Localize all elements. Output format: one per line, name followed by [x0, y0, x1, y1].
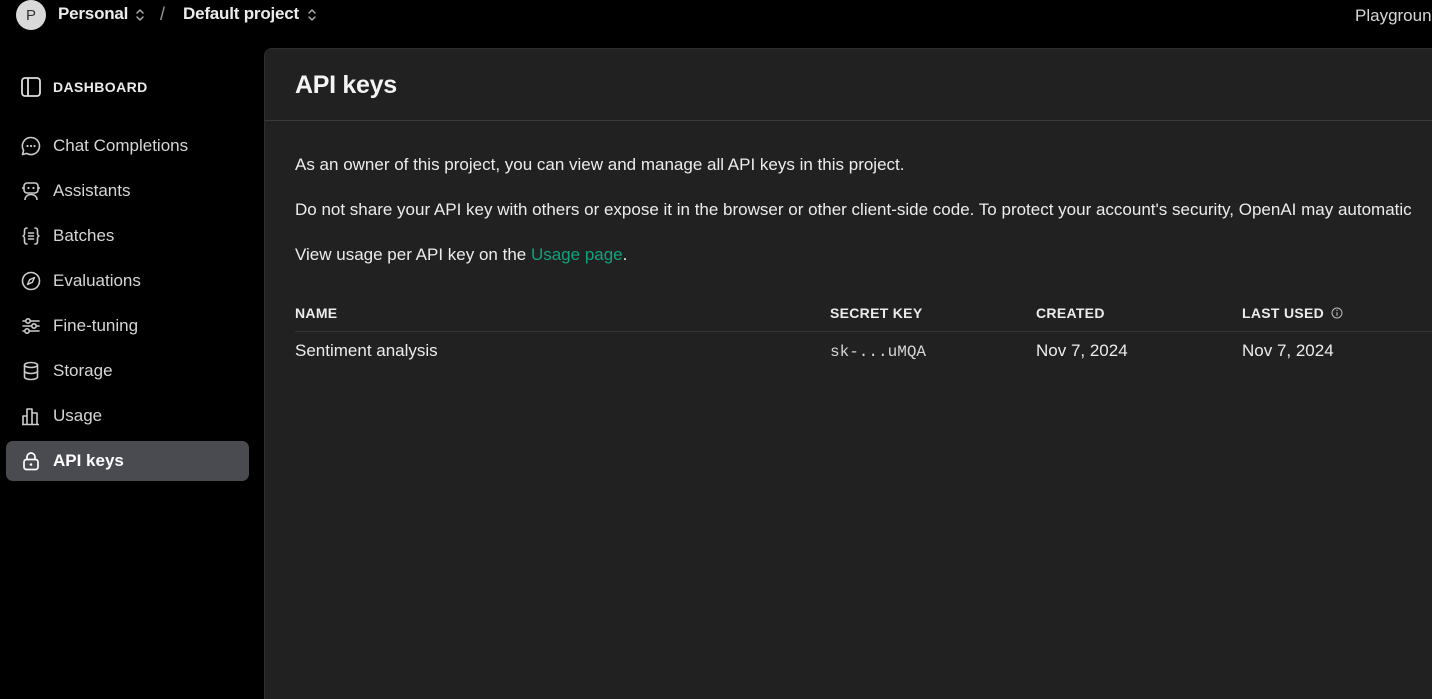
title-divider [265, 120, 1432, 121]
compass-icon [21, 271, 41, 291]
sidebar-item-assistants[interactable]: Assistants [6, 171, 249, 211]
sidebar-item-batches[interactable]: Batches [6, 216, 249, 256]
lock-icon [23, 452, 39, 471]
sidebar-item-evaluations[interactable]: Evaluations [6, 261, 249, 301]
chat-icon [21, 136, 41, 156]
project-switcher[interactable]: Default project [183, 4, 299, 24]
usage-hint-suffix: . [622, 245, 628, 264]
sidebar-panel-icon [21, 77, 41, 97]
avatar[interactable]: P [16, 0, 46, 30]
last-used-cell: Nov 7, 2024 [1242, 341, 1334, 360]
sidebar-item-api-keys[interactable]: API keys [6, 441, 249, 481]
column-header-created: CREATED [1036, 305, 1105, 321]
database-icon [23, 361, 39, 381]
robot-icon [22, 182, 40, 201]
breadcrumb-separator: / [160, 4, 166, 24]
column-header-secret-key: SECRET KEY [830, 305, 923, 321]
usage-page-link[interactable]: Usage page [531, 245, 623, 264]
chevron-updown-icon[interactable] [135, 7, 145, 23]
sidebar-item-label: Fine-tuning [53, 316, 139, 335]
bar-chart-icon [22, 408, 39, 426]
column-header-name: NAME [295, 305, 338, 321]
sidebar-item-label: Storage [53, 361, 113, 380]
secret-key-cell: sk-...uMQA [830, 343, 927, 361]
sidebar-item-label: Usage [53, 406, 103, 425]
key-name-cell: Sentiment analysis [295, 341, 438, 360]
sidebar-item-label: Chat Completions [53, 136, 189, 155]
main-panel: API keys As an owner of this project, yo… [264, 48, 1432, 699]
sidebar-item-usage[interactable]: Usage [6, 396, 249, 436]
top-bar: P Personal / Default project Playground [0, 0, 1432, 32]
column-header-last-used: LAST USED [1242, 305, 1343, 321]
owner-description: As an owner of this project, you can vie… [295, 155, 905, 174]
dashboard-title: DASHBOARD [53, 79, 148, 95]
column-header-last-used-label: LAST USED [1242, 305, 1325, 321]
sidebar-item-label: Assistants [53, 181, 131, 200]
table-header-divider [295, 331, 1432, 332]
dashboard-header[interactable]: DASHBOARD [20, 76, 148, 98]
playground-link[interactable]: Playground [1355, 6, 1432, 26]
org-switcher[interactable]: Personal [58, 4, 128, 24]
chevron-updown-icon[interactable] [307, 7, 317, 23]
usage-hint: View usage per API key on the Usage page… [295, 245, 627, 265]
sidebar-item-label: Evaluations [53, 271, 141, 290]
sidebar-item-label: Batches [53, 226, 115, 245]
sidebar-item-storage[interactable]: Storage [6, 351, 249, 391]
usage-hint-prefix: View usage per API key on the [295, 245, 531, 264]
info-icon[interactable] [1331, 307, 1343, 319]
sidebar-item-fine-tuning[interactable]: Fine-tuning [6, 306, 249, 346]
created-cell: Nov 7, 2024 [1036, 341, 1128, 360]
braces-icon [22, 227, 40, 245]
page-title: API keys [295, 71, 397, 99]
sidebar-item-label: API keys [53, 451, 124, 470]
security-warning: Do not share your API key with others or… [295, 200, 1412, 219]
sliders-icon [22, 317, 40, 335]
sidebar-item-chat-completions[interactable]: Chat Completions [6, 126, 249, 166]
sidebar: DASHBOARD Chat Completions Assistants Ba… [0, 32, 264, 689]
